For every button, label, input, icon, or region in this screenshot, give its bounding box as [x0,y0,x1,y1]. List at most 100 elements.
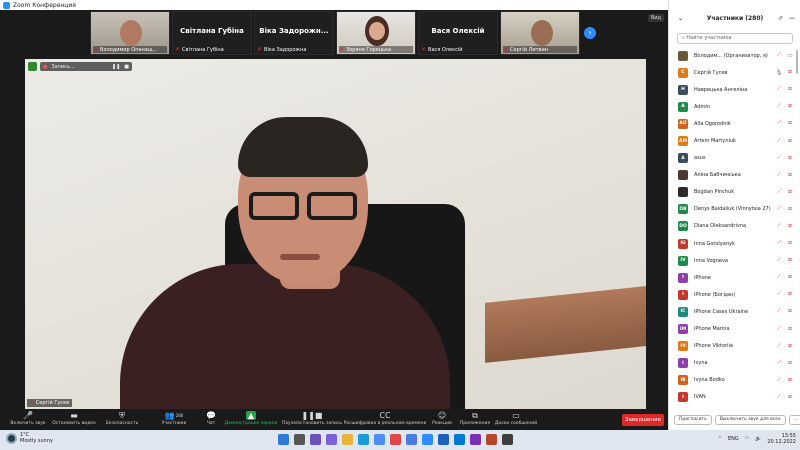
mic-muted-icon[interactable]: ⟋ [775,343,783,350]
wifi-icon[interactable]: ◠ [745,436,749,442]
task-view-icon[interactable] [310,434,321,445]
thumbnail-tile[interactable]: ✕ Володимир Опанащ... [90,11,170,55]
participant-row[interactable]: IC iPhone Cases Ukraine ⟋ ⧄ [669,303,800,320]
participant-row[interactable]: DO Diana Oleksandrivna ⟋ ⧄ [669,218,800,235]
chevron-up-icon[interactable]: ⌃ [718,436,722,442]
participant-row[interactable]: IG Inna Gorolyanyk ⟋ ⧄ [669,235,800,252]
live-transcript-button[interactable]: CC Расшифровка в реальном времени [344,410,427,430]
participants-button[interactable]: 👥 280 Участники [148,410,200,430]
pause-stop-recording-button[interactable]: ❚❚■ Пауза/остановить запись [280,410,344,430]
participant-row[interactable]: IV Inna Vogneva ⟋ ⧄ [669,252,800,269]
video-off-icon[interactable]: ⧄ [785,206,795,213]
volume-icon[interactable]: 🔊 [755,436,761,442]
video-off-icon[interactable]: ⧄ [785,120,795,127]
participant-row[interactable]: IM iPhone Marina ⟋ ⧄ [669,321,800,338]
opera-icon[interactable] [390,434,401,445]
end-meeting-button[interactable]: Завершение [622,414,664,426]
language-indicator[interactable]: ENG [728,436,739,442]
participant-row[interactable]: IB Ivyna Bodko ⟋ ⧄ [669,372,800,389]
mic-muted-icon[interactable]: ⟋ [775,86,783,93]
more-options-button[interactable]: ... [788,415,800,425]
video-off-icon[interactable]: ⧄ [785,274,795,281]
participant-row[interactable]: Bogdan Pinchuk ⟋ ⧄ [669,184,800,201]
share-screen-button[interactable]: ▲ Демонстрация экрана [222,410,280,430]
video-off-icon[interactable]: ⧄ [785,240,795,247]
video-off-icon[interactable]: ⧄ [785,155,795,162]
mic-muted-icon[interactable]: ⟋ [775,257,783,264]
participant-row[interactable]: IiPhone ⟋ ⧄ [669,269,800,286]
participant-row[interactable]: AM Artem Martyniuk ⟋ ⧄ [669,132,800,149]
chevron-down-icon[interactable]: ⌄ [678,15,683,22]
video-off-icon[interactable]: ⧄ [785,172,795,179]
mic-muted-icon[interactable]: ⟋ [775,274,783,281]
participant-row[interactable]: IiPhone (Богдан) ⟋ ⧄ [669,286,800,303]
participant-row[interactable]: I Ivyna ⟋ ⧄ [669,355,800,372]
participant-row[interactable]: I IVAN ⟋ ⧄ [669,389,800,406]
participant-row[interactable]: AO Alla Ogorodnik ⟋ ⧄ [669,115,800,132]
video-off-icon[interactable]: ⧄ [785,86,795,93]
video-off-icon[interactable]: ⧄ [785,223,795,230]
mic-muted-icon[interactable]: ⟋ [775,223,783,230]
whiteboards-button[interactable]: ▭ Доски сообщений [492,410,540,430]
reactions-button[interactable]: ☺ Реакции [426,410,458,430]
video-off-icon[interactable]: ⧄ [785,138,795,145]
video-off-icon[interactable]: ⧄ [785,377,795,384]
mic-muted-icon[interactable]: ⟋ [775,240,783,247]
participant-row[interactable]: Аліна Бабчинська ⟋ ⧄ [669,167,800,184]
video-off-icon[interactable]: ⧄ [785,291,795,298]
onenote-icon[interactable] [470,434,481,445]
photos-icon[interactable] [406,434,417,445]
video-off-icon[interactable]: ⧄ [785,394,795,401]
apps-button[interactable]: ⧉ Приложения [458,410,492,430]
mic-muted-icon[interactable]: ⟋ [775,189,783,196]
mic-muted-icon[interactable]: ⟋ [775,291,783,298]
stop-recording-icon[interactable]: ■ [124,64,129,70]
mic-muted-icon[interactable]: ⟋ [775,360,783,367]
next-page-button[interactable]: › [584,27,596,39]
video-off-icon[interactable]: ⧄ [785,343,795,350]
thumbnail-tile[interactable]: ✕ Зоряна Горецька [336,11,416,55]
participant-search-input[interactable]: ⌕ Найти участника [677,33,793,44]
mic-muted-icon[interactable]: ⟋ [775,52,783,59]
video-off-icon[interactable]: ⧄ [785,189,795,196]
word-icon[interactable] [438,434,449,445]
invite-button[interactable]: Пригласить [674,415,712,425]
video-off-icon[interactable]: ⧄ [785,326,795,333]
mic-muted-icon[interactable]: ⟋ [775,308,783,315]
mute-all-button[interactable]: Выключить звук для всех [714,415,786,425]
participant-row[interactable]: IV iPhone Viktoriia ⟋ ⧄ [669,338,800,355]
search-icon[interactable] [294,434,305,445]
video-off-icon[interactable]: ⧄ [785,360,795,367]
start-icon[interactable] [278,434,289,445]
unmute-button[interactable]: 🎤 Включить звук [4,410,52,430]
weather-widget[interactable]: 1°C Mostly sunny [6,432,53,444]
participant-row[interactable]: DB Denys Baidaliuk (Vinnytsia 27) ⟋ ⧄ [669,201,800,218]
file-explorer-icon[interactable] [342,434,353,445]
pause-recording-icon[interactable]: ❚❚ [112,64,120,70]
participant-row[interactable]: A Admin ⟋ ⧄ [669,98,800,115]
thumbnail-tile[interactable]: Віка Задорожн... ✕ Віка Задорожна [254,11,334,55]
mic-muted-icon[interactable]: ⟋ [775,155,783,162]
mic-muted-icon[interactable]: ⟋ [775,120,783,127]
mic-muted-icon[interactable]: ⟋ [775,377,783,384]
video-off-icon[interactable]: ⧄ [785,69,795,76]
view-button[interactable]: Вид [647,14,664,22]
mic-muted-icon[interactable]: ⟋ [775,172,783,179]
participant-row[interactable]: Володим... (Организатор, я) ⟋ ▭ [669,47,800,64]
mic-muted-icon[interactable]: ⟋ [775,394,783,401]
video-off-icon[interactable]: ⧄ [785,257,795,264]
edge-icon[interactable] [358,434,369,445]
mic-muted-icon[interactable]: ⟋ [775,138,783,145]
mic-muted-icon[interactable]: ⟋ [775,103,783,110]
microphone-icon[interactable]: 🎙 [775,70,783,76]
participant-row[interactable]: Н Наврецька Ангеліна ⟋ ⧄ [669,81,800,98]
participant-row[interactable]: С Сергій Гусев 🎙 ⧄ [669,64,800,81]
video-off-icon[interactable]: ⧄ [785,103,795,110]
app-icon[interactable] [502,434,513,445]
minimize-icon[interactable]: — [789,15,795,22]
clock[interactable]: 13:55 20.12.2022 [767,433,796,445]
outlook-icon[interactable] [454,434,465,445]
mic-muted-icon[interactable]: ⟋ [775,206,783,213]
zoom-app-icon[interactable] [422,434,433,445]
mic-muted-icon[interactable]: ⟋ [775,326,783,333]
